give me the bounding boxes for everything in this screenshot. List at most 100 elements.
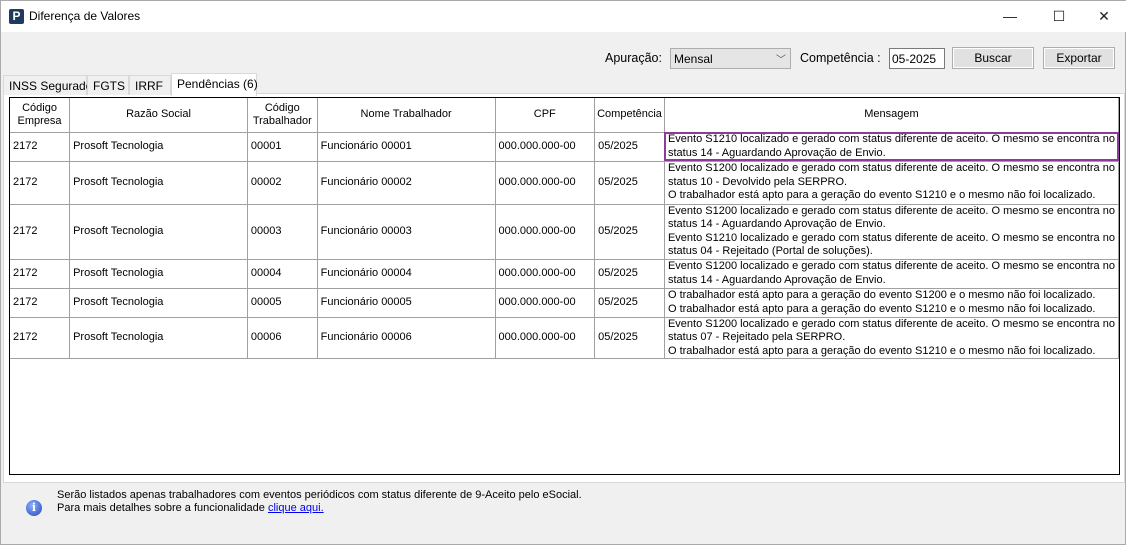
cell-nome[interactable]: Funcionário 00006 <box>316 316 496 359</box>
competencia-label: Competência : <box>800 51 881 65</box>
table-row[interactable]: 2172 Prosoft Tecnologia 00004 Funcionário 0… <box>10 258 1119 289</box>
message-line: O trabalhador está apto para a geração d… <box>667 344 1096 357</box>
cell-razao[interactable]: Prosoft Tecnologia <box>69 258 248 289</box>
cell-codigo[interactable]: 00002 <box>246 160 318 205</box>
table-row[interactable]: 2172 Prosoft Tecnologia 00002 Funcionário 0… <box>10 160 1119 205</box>
cell-comp[interactable]: 05/2025 <box>594 258 665 289</box>
chevron-down-icon: ﹀ <box>776 55 786 66</box>
cell-codigo[interactable]: 00005 <box>246 287 318 318</box>
cell-empresa[interactable]: 2172 <box>10 258 71 289</box>
message-line: Evento S1200 localizado e gerado com sta… <box>667 162 1115 175</box>
tab-irrf[interactable]: IRRF <box>129 75 171 95</box>
column-header-codigo-trabalhador[interactable]: Código Trabalhador <box>246 98 318 133</box>
apuracao-select[interactable]: Mensal ﹀ <box>670 48 791 69</box>
maximize-button[interactable]: ☐ <box>1036 1 1082 32</box>
cell-comp[interactable]: 05/2025 <box>594 160 665 205</box>
message-line: status 14 - Aguardando Aprovação de Envi… <box>667 273 886 286</box>
column-header-razao-social[interactable]: Razão Social <box>69 98 248 133</box>
message-line: Evento S1200 localizado e gerado com sta… <box>667 204 1115 217</box>
cell-cpf[interactable]: 000.000.000-00 <box>494 203 596 260</box>
cell-nome[interactable]: Funcionário 00003 <box>316 203 496 260</box>
cell-razao[interactable]: Prosoft Tecnologia <box>69 131 248 162</box>
cell-empresa[interactable]: 2172 <box>10 203 71 260</box>
cell-mensagem[interactable]: Evento S1200 localizado e gerado com sta… <box>663 316 1119 359</box>
message-line: status 14 - Aguardando Aprovação de Envi… <box>667 218 886 230</box>
cell-mensagem[interactable]: Evento S1200 localizado e gerado com sta… <box>663 160 1119 205</box>
message-line: Evento S1200 localizado e gerado com sta… <box>667 317 1115 330</box>
message-line: O trabalhador está apto para a geração d… <box>667 189 1096 202</box>
column-header-label: Trabalhador <box>252 114 312 127</box>
cell-nome[interactable]: Funcionário 00005 <box>316 287 496 318</box>
cell-codigo[interactable]: 00006 <box>246 316 318 359</box>
cell-mensagem[interactable]: Evento S1200 localizado e gerado com sta… <box>663 203 1119 260</box>
message-line: O trabalhador está apto para a geração d… <box>667 289 1096 301</box>
message-line: status 10 - Devolvido pela SERPRO. <box>667 175 848 188</box>
minimize-button[interactable]: — <box>987 1 1033 32</box>
cell-razao[interactable]: Prosoft Tecnologia <box>69 287 248 318</box>
table-row[interactable]: 2172 Prosoft Tecnologia 00005 Funcionário 0… <box>10 287 1119 318</box>
column-header-label: Código <box>22 101 57 114</box>
table-row[interactable]: 2172 Prosoft Tecnologia 00001 Funcionário 0… <box>10 131 1119 162</box>
close-button[interactable]: ✕ <box>1081 1 1126 32</box>
pendencias-table: Código Empresa Razão Social Código Trabalhad… <box>10 98 1119 359</box>
cell-comp[interactable]: 05/2025 <box>594 203 665 260</box>
cell-cpf[interactable]: 000.000.000-00 <box>494 258 596 289</box>
apuracao-label: Apuração: <box>605 51 662 65</box>
cell-empresa[interactable]: 2172 <box>10 160 71 205</box>
message-line: status 14 - Aguardando Aprovação de Envi… <box>667 146 886 159</box>
cell-razao[interactable]: Prosoft Tecnologia <box>69 160 248 205</box>
cell-mensagem[interactable]: Evento S1210 localizado e gerado com sta… <box>663 131 1119 162</box>
cell-empresa[interactable]: 2172 <box>10 131 71 162</box>
cell-comp[interactable]: 05/2025 <box>594 316 665 359</box>
tab-fgts[interactable]: FGTS <box>87 75 129 95</box>
column-header-label: Empresa <box>17 114 62 127</box>
cell-nome[interactable]: Funcionário 00001 <box>316 131 496 162</box>
help-link[interactable]: clique aqui. <box>268 502 324 514</box>
cell-razao[interactable]: Prosoft Tecnologia <box>69 316 248 359</box>
cell-mensagem[interactable]: O trabalhador está apto para a geração d… <box>663 287 1119 318</box>
apuracao-value: Mensal <box>674 52 713 66</box>
cell-razao[interactable]: Prosoft Tecnologia <box>69 203 248 260</box>
column-header-nome-trabalhador[interactable]: Nome Trabalhador <box>316 98 496 133</box>
footer-note-text: Para mais detalhes sobre a funcionalidad… <box>57 502 268 514</box>
table-row[interactable]: 2172 Prosoft Tecnologia 00003 Funcionário 0… <box>10 203 1119 260</box>
cell-nome[interactable]: Funcionário 00004 <box>316 258 496 289</box>
cell-nome[interactable]: Funcionário 00002 <box>316 160 496 205</box>
column-header-cpf[interactable]: CPF <box>494 98 596 133</box>
column-header-label: Nome Trabalhador <box>360 108 452 121</box>
cell-empresa[interactable]: 2172 <box>10 287 71 318</box>
cell-cpf[interactable]: 000.000.000-00 <box>494 131 596 162</box>
column-header-competencia[interactable]: Competência <box>594 98 665 133</box>
table-row[interactable]: 2172 Prosoft Tecnologia 00006 Funcionário 0… <box>10 316 1119 359</box>
cell-mensagem[interactable]: Evento S1200 localizado e gerado com sta… <box>663 258 1119 289</box>
cell-codigo[interactable]: 00003 <box>246 203 318 260</box>
footer-note-2: Para mais detalhes sobre a funcionalidad… <box>57 502 324 514</box>
competencia-input[interactable]: 05-2025 <box>889 48 945 69</box>
message-line: status 04 - Rejeitado (Portal de soluçõe… <box>667 245 873 257</box>
column-header-label: Mensagem <box>864 108 919 121</box>
message-line: Evento S1210 localizado e gerado com sta… <box>667 133 1115 145</box>
buscar-button[interactable]: Buscar <box>952 47 1034 69</box>
tab-inss-segurado[interactable]: INSS Segurado <box>3 75 92 95</box>
cell-comp[interactable]: 05/2025 <box>594 287 665 318</box>
column-header-label: Razão Social <box>126 108 191 121</box>
cell-cpf[interactable]: 000.000.000-00 <box>494 160 596 205</box>
footer-note: Serão listados apenas trabalhadores com … <box>57 489 582 501</box>
column-header-label: Código <box>264 101 300 114</box>
cell-empresa[interactable]: 2172 <box>10 316 71 359</box>
window-title: Diferença de Valores <box>29 9 141 23</box>
message-line: Evento S1200 localizado e gerado com sta… <box>667 260 1115 272</box>
column-header-mensagem[interactable]: Mensagem <box>663 98 1119 133</box>
cell-codigo[interactable]: 00001 <box>246 131 318 162</box>
cell-cpf[interactable]: 000.000.000-00 <box>494 316 596 359</box>
tab-pendencias[interactable]: Pendências (6) <box>171 73 258 96</box>
pendencias-grid[interactable]: Código Empresa Razão Social Código Trabalhad… <box>9 97 1120 475</box>
cell-codigo[interactable]: 00004 <box>246 258 318 289</box>
column-header-codigo-empresa[interactable]: Código Empresa <box>10 98 71 133</box>
column-header-label: Competência <box>597 108 662 121</box>
title-bar: P Diferença de Valores — ☐ ✕ <box>1 1 1126 32</box>
cell-comp[interactable]: 05/2025 <box>594 131 665 162</box>
cell-cpf[interactable]: 000.000.000-00 <box>494 287 596 318</box>
exportar-button[interactable]: Exportar <box>1043 47 1115 69</box>
message-line: O trabalhador está apto para a geração d… <box>667 302 1096 315</box>
